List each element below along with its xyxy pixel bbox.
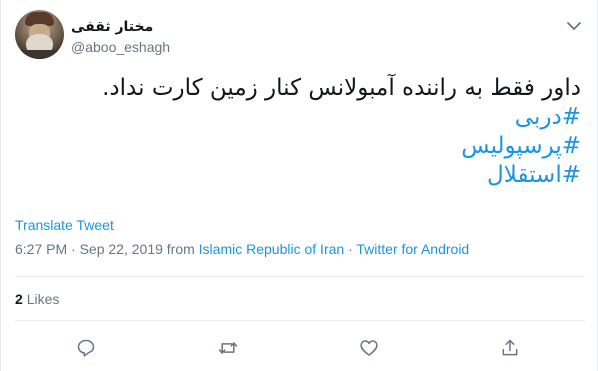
- separator: ·: [348, 241, 353, 257]
- separator: ·: [71, 241, 76, 257]
- divider: [15, 276, 585, 277]
- share-icon[interactable]: [497, 335, 523, 361]
- tweet-date[interactable]: Sep 22, 2019: [80, 241, 163, 257]
- chevron-down-icon[interactable]: [565, 18, 583, 32]
- location-link[interactable]: Islamic Republic of Iran: [199, 241, 345, 257]
- avatar-body: [15, 50, 64, 59]
- translate-tweet-link[interactable]: Translate Tweet: [15, 217, 114, 233]
- avatar[interactable]: [15, 10, 64, 59]
- heart-icon[interactable]: [356, 335, 382, 361]
- author-handle[interactable]: @aboo_eshagh: [71, 39, 170, 55]
- hashtag-link[interactable]: #استقلال: [21, 161, 581, 190]
- hashtag-link[interactable]: #پرسپولیس: [21, 132, 581, 161]
- tweet-body: داور فقط به راننده آمبولانس کنار زمین کا…: [102, 75, 581, 101]
- like-count: 2: [15, 291, 23, 307]
- tweet-card: مختار ثقفی @aboo_eshagh داور فقط به رانن…: [0, 0, 598, 371]
- source-link[interactable]: Twitter for Android: [356, 241, 469, 257]
- divider: [15, 320, 585, 321]
- reply-icon[interactable]: [73, 335, 99, 361]
- tweet-header: مختار ثقفی @aboo_eshagh: [15, 10, 585, 66]
- from-label: from: [166, 241, 195, 257]
- likes-stat[interactable]: 2 Likes: [15, 291, 59, 307]
- like-label: Likes: [26, 291, 60, 307]
- tweet-time[interactable]: 6:27 PM: [15, 241, 67, 257]
- action-bar: [1, 335, 598, 361]
- author-name[interactable]: مختار ثقفی: [71, 19, 153, 35]
- tweet-text: داور فقط به راننده آمبولانس کنار زمین کا…: [21, 74, 581, 190]
- retweet-icon[interactable]: [215, 335, 241, 361]
- tweet-metadata: 6:27 PM · Sep 22, 2019 from Islamic Repu…: [15, 241, 469, 257]
- hashtag-link[interactable]: #دربی: [21, 103, 581, 132]
